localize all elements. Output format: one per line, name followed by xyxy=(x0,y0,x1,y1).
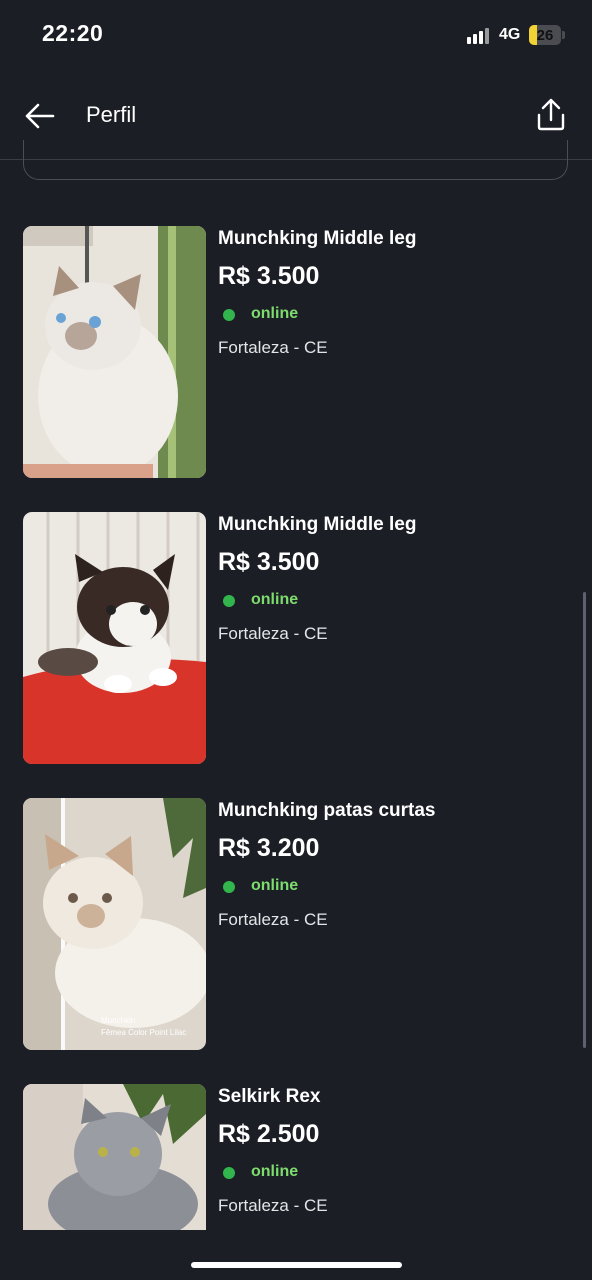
online-status: online xyxy=(251,305,299,322)
listing-price: R$ 3.500 xyxy=(218,548,320,576)
profile-card-edge xyxy=(23,140,568,180)
online-status-dot xyxy=(223,881,235,893)
share-button[interactable] xyxy=(530,94,572,136)
listing-card[interactable]: Munchkin Fêmea Color Point Lilac Munchki… xyxy=(0,798,592,1050)
status-bar: 22:20 4G 26 xyxy=(0,0,592,70)
listing-title: Munchking Middle leg xyxy=(218,514,417,535)
battery-icon: 26 xyxy=(529,25,561,45)
back-button[interactable] xyxy=(20,96,60,136)
online-status-dot xyxy=(223,309,235,321)
listing-title: Selkirk Rex xyxy=(218,1086,321,1107)
listing-price: R$ 2.500 xyxy=(218,1120,320,1148)
listing-card[interactable]: Munchking Middle leg R$ 3.500 online For… xyxy=(0,226,592,478)
listing-location: Fortaleza - CE xyxy=(218,910,328,929)
online-status: online xyxy=(251,591,299,608)
listing-location: Fortaleza - CE xyxy=(218,338,328,357)
arrow-left-icon xyxy=(25,103,55,129)
listing-card[interactable]: Munchking Middle leg R$ 3.500 online For… xyxy=(0,512,592,764)
battery-percent: 26 xyxy=(536,26,554,44)
listing-price: R$ 3.500 xyxy=(218,262,320,290)
white-siamese-kitten-photo xyxy=(23,226,206,478)
app-header: Perfil xyxy=(0,82,592,148)
listing-location: Fortaleza - CE xyxy=(218,624,328,643)
scrollbar[interactable] xyxy=(583,592,586,1048)
battery-cap xyxy=(562,31,565,39)
photo-caption-line2: Fêmea Color Point Lilac xyxy=(101,1028,186,1037)
page-title: Perfil xyxy=(86,102,137,127)
grey-kitten-photo xyxy=(23,1084,206,1230)
listing-photo xyxy=(23,226,206,478)
cream-kitten-photo: Munchkin Fêmea Color Point Lilac xyxy=(23,798,206,1050)
calico-kitten-photo xyxy=(23,512,206,764)
listing-card[interactable]: Selkirk Rex R$ 2.500 online Fortaleza - … xyxy=(0,1084,592,1230)
share-icon xyxy=(537,98,565,131)
listing-price: R$ 3.200 xyxy=(218,834,320,862)
listing-photo: Munchkin Fêmea Color Point Lilac xyxy=(23,798,206,1050)
online-status: online xyxy=(251,877,299,894)
home-indicator[interactable] xyxy=(191,1262,402,1268)
online-status-dot xyxy=(223,1167,235,1179)
listing-location: Fortaleza - CE xyxy=(218,1196,328,1215)
status-time: 22:20 xyxy=(42,20,104,46)
network-type: 4G xyxy=(499,26,521,43)
listing-photo xyxy=(23,512,206,764)
signal-icon xyxy=(467,28,491,44)
photo-caption-line1: Munchkin xyxy=(101,1016,135,1025)
listing-title: Munchking Middle leg xyxy=(218,228,417,249)
listing-photo xyxy=(23,1084,206,1230)
listing-title: Munchking patas curtas xyxy=(218,800,436,821)
online-status-dot xyxy=(223,595,235,607)
online-status: online xyxy=(251,1163,299,1180)
